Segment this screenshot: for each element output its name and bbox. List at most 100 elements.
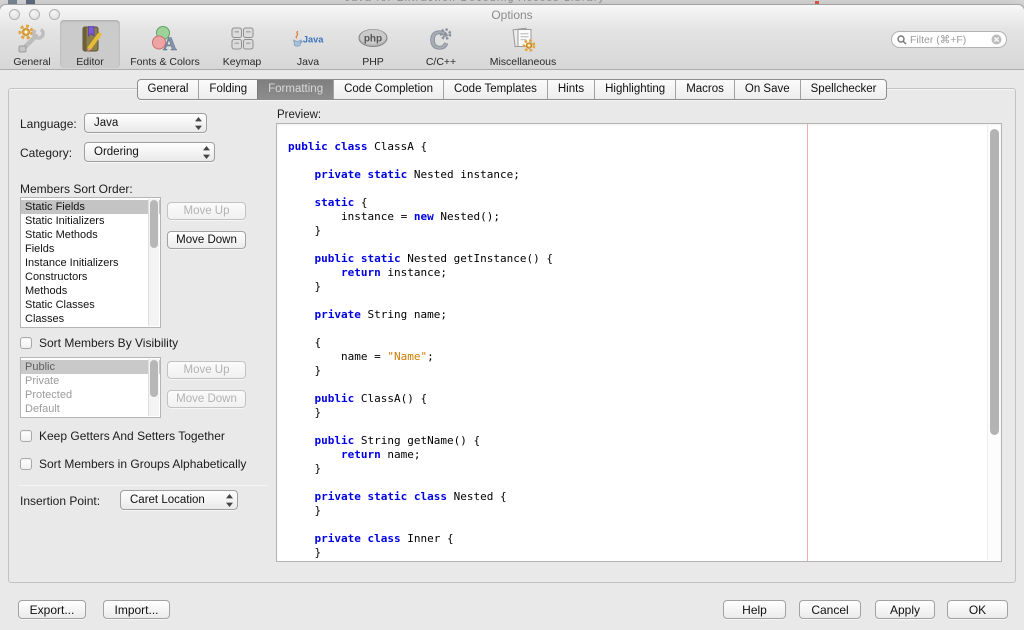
- java-icon: Java: [291, 23, 325, 55]
- checkbox-icon: [20, 430, 32, 442]
- screen: Java for Extraction Decoding Access Libr…: [0, 0, 1024, 630]
- list-item[interactable]: Static Fields: [21, 200, 160, 214]
- list-item[interactable]: Private: [21, 374, 160, 388]
- list-item[interactable]: Protected: [21, 388, 160, 402]
- tab-general[interactable]: General: [138, 80, 199, 99]
- scrollbar-thumb[interactable]: [150, 200, 158, 248]
- toolbar-item-label: General: [13, 56, 50, 68]
- miscellaneous-icon: [506, 23, 540, 55]
- filter-input[interactable]: [910, 34, 991, 46]
- preview-scrollbar[interactable]: [987, 125, 1000, 560]
- visibility-move-down-button[interactable]: Move Down: [167, 390, 246, 408]
- cancel-button[interactable]: Cancel: [799, 600, 861, 619]
- list-scrollbar[interactable]: [148, 199, 159, 326]
- toolbar-item-php[interactable]: php PHP: [342, 20, 404, 68]
- list-item[interactable]: Classes: [21, 312, 160, 326]
- move-down-button[interactable]: Move Down: [167, 231, 246, 249]
- export-button[interactable]: Export...: [18, 600, 86, 619]
- list-item[interactable]: Static Classes: [21, 298, 160, 312]
- apply-button[interactable]: Apply: [875, 600, 935, 619]
- keymap-icon: [225, 23, 259, 55]
- toolbar-item-miscellaneous[interactable]: Miscellaneous: [478, 20, 568, 68]
- insertion-point-dropdown[interactable]: Caret Location: [120, 490, 238, 510]
- tab-hints[interactable]: Hints: [547, 80, 594, 99]
- cpp-icon: C: [424, 23, 458, 55]
- options-toolbar: General Editor: [4, 20, 568, 68]
- insertion-point-label: Insertion Point:: [20, 494, 100, 508]
- toolbar-item-label: Miscellaneous: [490, 56, 557, 68]
- list-item[interactable]: Static Initializers: [21, 214, 160, 228]
- visibility-order-items: Public Private Protected Default: [21, 358, 160, 416]
- list-item[interactable]: Fields: [21, 242, 160, 256]
- window-chrome: Options General: [0, 5, 1024, 70]
- chevron-updown-icon: [203, 146, 210, 159]
- editor-tabs: General Folding Formatting Code Completi…: [137, 79, 888, 100]
- preview-label: Preview:: [277, 109, 321, 121]
- list-item[interactable]: Methods: [21, 284, 160, 298]
- checkbox-label: Sort Members in Groups Alphabetically: [39, 457, 246, 471]
- ok-button[interactable]: OK: [947, 600, 1008, 619]
- tab-folding[interactable]: Folding: [198, 80, 257, 99]
- svg-text:A: A: [163, 34, 177, 55]
- sort-members-by-visibility-checkbox[interactable]: Sort Members By Visibility: [20, 336, 178, 350]
- sort-groups-alphabetically-checkbox[interactable]: Sort Members in Groups Alphabetically: [20, 457, 246, 471]
- scrollbar-thumb[interactable]: [990, 129, 999, 435]
- fonts-colors-icon: A: [148, 23, 182, 55]
- toolbar-item-keymap[interactable]: Keymap: [210, 20, 274, 68]
- list-scrollbar[interactable]: [148, 359, 159, 416]
- checkbox-icon: [20, 458, 32, 470]
- tab-spellchecker[interactable]: Spellchecker: [800, 80, 887, 99]
- tab-macros[interactable]: Macros: [675, 80, 734, 99]
- language-value: Java: [94, 117, 191, 129]
- general-icon: [15, 23, 49, 55]
- toolbar-item-editor[interactable]: Editor: [60, 20, 120, 68]
- language-label: Language:: [20, 117, 77, 131]
- checkbox-icon: [20, 337, 32, 349]
- checkbox-label: Keep Getters And Setters Together: [39, 429, 225, 443]
- list-item[interactable]: Default: [21, 402, 160, 416]
- php-icon: php: [356, 23, 390, 55]
- tab-formatting[interactable]: Formatting: [257, 80, 333, 99]
- tab-highlighting[interactable]: Highlighting: [594, 80, 675, 99]
- editor-tabs-row: General Folding Formatting Code Completi…: [0, 79, 1024, 100]
- preview-pane: public class ClassA { private static Nes…: [276, 123, 1002, 562]
- toolbar-item-cpp[interactable]: C C/C++: [404, 20, 478, 68]
- language-dropdown[interactable]: Java: [84, 113, 207, 133]
- search-icon: [897, 35, 907, 45]
- options-window: Options General: [0, 5, 1024, 630]
- scrollbar-thumb[interactable]: [150, 360, 158, 397]
- members-sort-order-items: Static Fields Static Initializers Static…: [21, 198, 160, 326]
- toolbar-item-general[interactable]: General: [4, 20, 60, 68]
- separator: [18, 485, 268, 486]
- background-marker: [815, 1, 819, 4]
- editor-icon: [73, 23, 107, 55]
- toolbar-item-fonts-colors[interactable]: A Fonts & Colors: [120, 20, 210, 68]
- members-sort-order-list[interactable]: Static Fields Static Initializers Static…: [20, 197, 161, 328]
- clear-icon[interactable]: [991, 34, 1002, 45]
- visibility-move-up-button[interactable]: Move Up: [167, 361, 246, 379]
- import-button[interactable]: Import...: [103, 600, 170, 619]
- tab-code-completion[interactable]: Code Completion: [333, 80, 443, 99]
- svg-text:Java: Java: [303, 35, 324, 45]
- list-item[interactable]: Public: [21, 360, 160, 374]
- members-sort-order-label: Members Sort Order:: [20, 182, 133, 196]
- chevron-updown-icon: [226, 494, 233, 507]
- toolbar-item-label: Editor: [76, 56, 103, 68]
- move-up-button[interactable]: Move Up: [167, 202, 246, 220]
- list-item[interactable]: Static Methods: [21, 228, 160, 242]
- svg-text:php: php: [364, 34, 382, 45]
- list-item[interactable]: Instance Initializers: [21, 256, 160, 270]
- help-button[interactable]: Help: [723, 600, 786, 619]
- background-window-title: Java for Extraction Decoding Access Libr…: [345, 0, 605, 4]
- toolbar-item-java[interactable]: Java Java: [274, 20, 342, 68]
- tab-code-templates[interactable]: Code Templates: [443, 80, 547, 99]
- keep-getters-setters-checkbox[interactable]: Keep Getters And Setters Together: [20, 429, 225, 443]
- list-item[interactable]: Constructors: [21, 270, 160, 284]
- filter-field[interactable]: [891, 31, 1007, 48]
- tab-on-save[interactable]: On Save: [734, 80, 800, 99]
- toolbar-item-label: Java: [297, 56, 319, 68]
- category-label: Category:: [20, 146, 72, 160]
- category-dropdown[interactable]: Ordering: [84, 142, 215, 162]
- background-icon: [26, 0, 35, 4]
- visibility-order-list[interactable]: Public Private Protected Default: [20, 357, 161, 418]
